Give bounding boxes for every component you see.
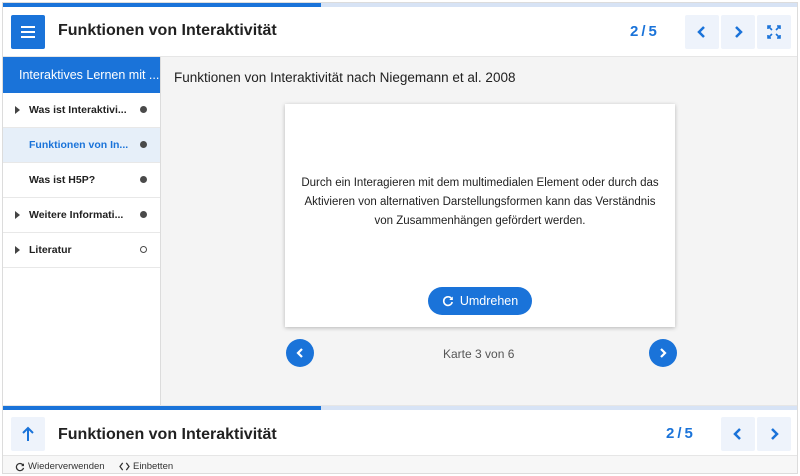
toc-item-label: Weitere Informati... bbox=[29, 209, 124, 221]
status-dot-empty-icon bbox=[140, 246, 147, 253]
footer-page-counter: 2/5 bbox=[666, 425, 693, 442]
page-total: 5 bbox=[648, 23, 657, 40]
chevron-right-icon bbox=[771, 428, 779, 440]
reuse-label: Wiederverwenden bbox=[28, 461, 105, 472]
embed-button[interactable]: Einbetten bbox=[119, 461, 173, 472]
reuse-button[interactable]: Wiederverwenden bbox=[15, 461, 105, 472]
embed-label: Einbetten bbox=[133, 461, 174, 472]
chapter-title: Funktionen von Interaktivität bbox=[58, 22, 277, 39]
flip-button-label: Umdrehen bbox=[459, 294, 519, 308]
scroll-to-top-button[interactable] bbox=[11, 417, 45, 451]
refresh-icon bbox=[442, 295, 453, 307]
toc-item-funktionen[interactable]: Funktionen von In... bbox=[3, 128, 160, 163]
status-dot-icon bbox=[140, 211, 147, 218]
card-counter: Karte 3 von 6 bbox=[443, 347, 515, 361]
expand-arrow-icon[interactable] bbox=[15, 106, 20, 114]
chevron-left-icon bbox=[296, 348, 303, 358]
toc-item-weitere-informationen[interactable]: Weitere Informati... bbox=[3, 198, 160, 233]
expand-arrow-icon[interactable] bbox=[15, 211, 20, 219]
main-content: Funktionen von Interaktivität nach Niege… bbox=[161, 57, 797, 405]
footer-next-page-button[interactable] bbox=[757, 417, 791, 451]
toc-item-was-ist-h5p[interactable]: Was ist H5P? bbox=[3, 163, 160, 198]
bottom-navigation: Funktionen von Interaktivität 2/5 bbox=[3, 405, 797, 455]
fullscreen-button[interactable] bbox=[757, 15, 791, 49]
chevron-left-icon bbox=[733, 428, 741, 440]
code-icon bbox=[119, 462, 130, 471]
toc-item-label: Was ist H5P? bbox=[29, 174, 96, 186]
footer-previous-page-button[interactable] bbox=[721, 417, 755, 451]
h5p-actions-bar: Wiederverwenden Einbetten bbox=[3, 455, 797, 473]
footer-chapter-title: Funktionen von Interaktivität bbox=[58, 426, 277, 443]
page-counter: 2/5 bbox=[630, 23, 657, 40]
toc-item-label: Literatur bbox=[29, 244, 72, 256]
next-page-button[interactable] bbox=[721, 15, 755, 49]
page-separator: / bbox=[641, 23, 646, 40]
page-total: 5 bbox=[684, 425, 693, 442]
expand-arrow-icon[interactable] bbox=[15, 246, 20, 254]
next-card-button[interactable] bbox=[649, 339, 677, 367]
page-current: 2 bbox=[630, 23, 639, 40]
toc-item-literatur[interactable]: Literatur bbox=[3, 233, 160, 268]
refresh-icon bbox=[15, 462, 25, 471]
previous-page-button[interactable] bbox=[685, 15, 719, 49]
toc-item-label: Was ist Interaktivi... bbox=[29, 104, 127, 116]
chevron-left-icon bbox=[697, 26, 705, 38]
toc-heading[interactable]: Interaktives Lernen mit ... bbox=[3, 57, 160, 93]
status-dot-icon bbox=[140, 141, 147, 148]
toc-item-label: Funktionen von In... bbox=[29, 139, 129, 151]
progress-track bbox=[3, 3, 797, 7]
chevron-right-icon bbox=[735, 26, 743, 38]
status-dot-icon bbox=[140, 106, 147, 113]
flashcard[interactable]: Durch ein Interagieren mit dem multimedi… bbox=[285, 104, 675, 327]
page-current: 2 bbox=[666, 425, 675, 442]
toc-item-was-ist-interaktivitaet[interactable]: Was ist Interaktivi... bbox=[3, 93, 160, 128]
progress-track bbox=[3, 406, 797, 410]
arrow-up-icon bbox=[22, 426, 34, 441]
interactive-book: Funktionen von Interaktivität 2/5 Intera… bbox=[2, 2, 798, 474]
progress-fill bbox=[3, 406, 322, 410]
table-of-contents: Interaktives Lernen mit ... Was ist Inte… bbox=[3, 57, 161, 405]
previous-card-button[interactable] bbox=[286, 339, 314, 367]
page-separator: / bbox=[677, 425, 682, 442]
page-title: Funktionen von Interaktivität nach Niege… bbox=[174, 70, 516, 85]
menu-button[interactable] bbox=[11, 15, 45, 49]
flip-button[interactable]: Umdrehen bbox=[428, 287, 532, 315]
status-dot-icon bbox=[140, 176, 147, 183]
flashcard-text: Durch ein Interagieren mit dem multimedi… bbox=[301, 177, 659, 227]
chevron-right-icon bbox=[660, 348, 667, 358]
fullscreen-icon bbox=[767, 25, 781, 39]
top-header: Funktionen von Interaktivität 2/5 bbox=[3, 3, 797, 57]
hamburger-icon bbox=[21, 26, 35, 28]
progress-fill bbox=[3, 3, 322, 7]
